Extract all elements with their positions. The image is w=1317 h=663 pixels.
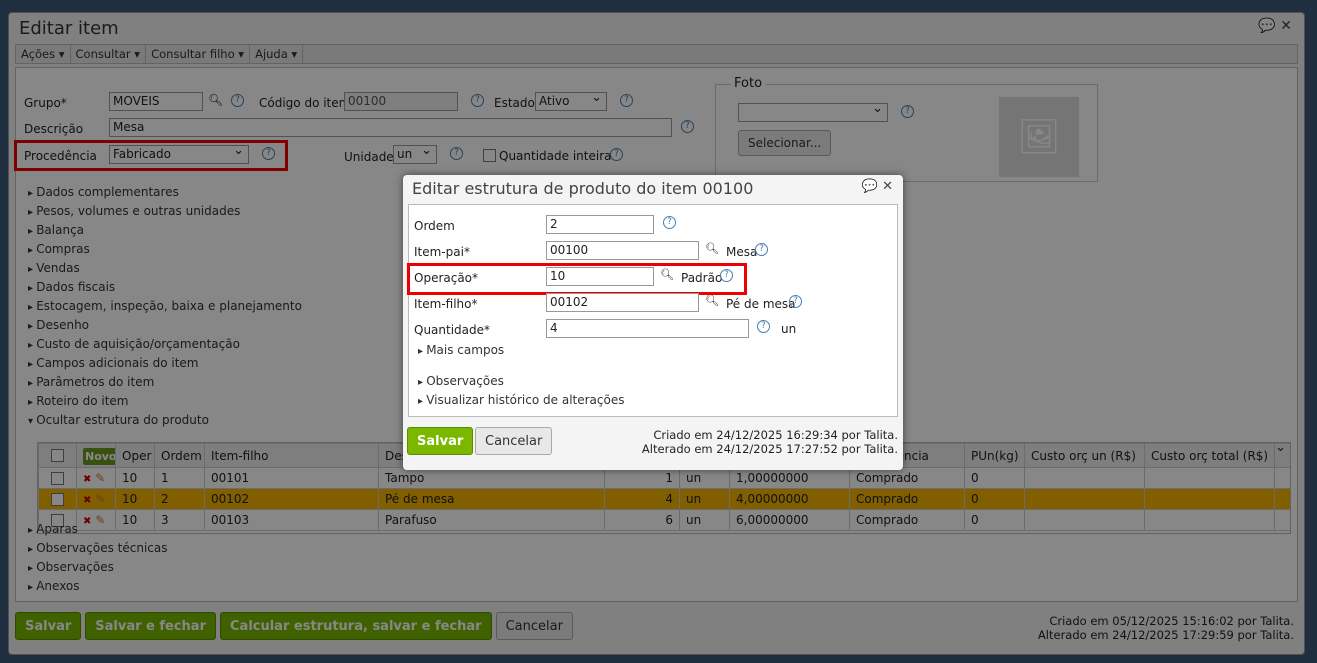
operacao-input[interactable]: 10 [546, 267, 654, 286]
dialog-salvar-button[interactable]: Salvar [407, 427, 474, 455]
mais-campos-toggle[interactable]: Mais campos [418, 343, 504, 357]
help-icon[interactable]: ? [789, 295, 802, 308]
ordem-label: Ordem [414, 219, 455, 233]
dialog-created-info: Criado em 24/12/2025 16:29:34 por Talita… [653, 428, 898, 442]
item-filho-input[interactable]: 00102 [546, 293, 699, 312]
help-icon[interactable]: ? [757, 320, 770, 333]
search-icon[interactable]: 🔍︎ [705, 294, 719, 307]
item-filho-label: Item-filho* [414, 297, 478, 311]
dialog-cancelar-button[interactable]: Cancelar [475, 427, 553, 455]
dialog-modified-info: Alterado em 24/12/2025 17:27:52 por Tali… [641, 442, 898, 456]
chat-icon[interactable]: 💬 [862, 179, 878, 194]
item-pai-label: Item-pai* [414, 245, 470, 259]
search-icon[interactable]: 🔍︎ [705, 242, 719, 255]
search-icon[interactable]: 🔍︎ [660, 268, 674, 281]
quantidade-label: Quantidade* [414, 323, 491, 337]
item-filho-desc: Pé de mesa [726, 297, 796, 311]
item-pai-input[interactable]: 00100 [546, 241, 699, 260]
quantidade-input[interactable]: 4 [546, 319, 749, 338]
item-pai-desc: Mesa [726, 245, 758, 259]
operacao-label: Operação* [414, 271, 479, 285]
historico-toggle[interactable]: Visualizar histórico de alterações [418, 393, 624, 407]
operacao-desc: Padrão [681, 271, 723, 285]
close-icon[interactable]: ✕ [882, 179, 893, 194]
observacoes-toggle[interactable]: Observações [418, 374, 504, 388]
help-icon[interactable]: ? [663, 216, 676, 229]
help-icon[interactable]: ? [755, 243, 768, 256]
ordem-input[interactable]: 2 [546, 215, 654, 234]
edit-structure-dialog: Editar estrutura de produto do item 0010… [403, 175, 903, 470]
quantidade-unit: un [781, 322, 797, 336]
help-icon[interactable]: ? [720, 269, 733, 282]
dialog-title: Editar estrutura de produto do item 0010… [412, 179, 754, 198]
